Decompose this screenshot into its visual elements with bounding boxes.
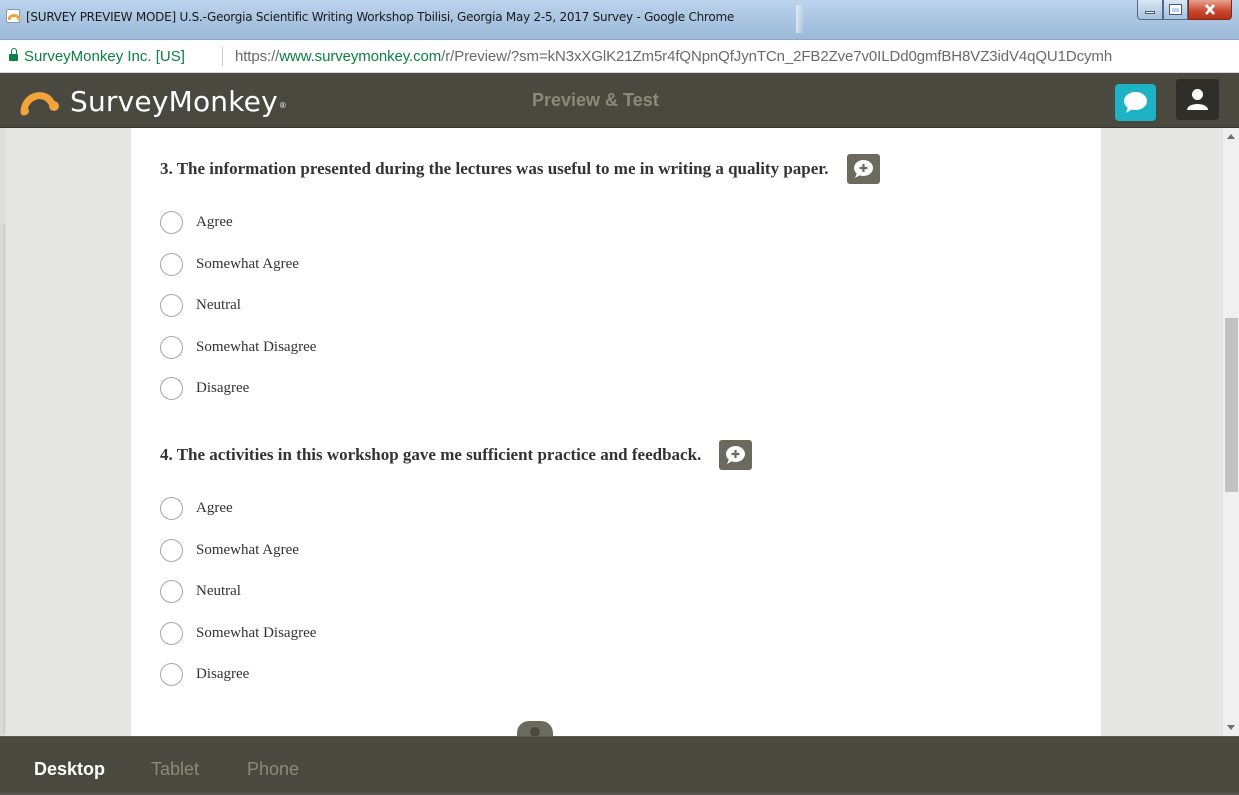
radio-button[interactable] <box>160 497 183 521</box>
answer-options: Agree Somewhat Agree Neutral Somewhat Di… <box>160 202 880 410</box>
logo-registered-mark: ® <box>279 101 286 110</box>
answer-options: Agree Somewhat Agree Neutral Somewhat Di… <box>160 488 752 696</box>
radio-button[interactable] <box>160 663 183 687</box>
answer-option[interactable]: Agree <box>160 202 880 244</box>
url-scheme: https:// <box>235 48 280 65</box>
add-comment-icon <box>853 160 873 178</box>
lock-icon[interactable] <box>9 48 18 62</box>
scroll-up-arrow-icon[interactable] <box>1227 134 1235 139</box>
add-comment-icon <box>530 727 540 736</box>
logo-text: SurveyMonkey <box>70 85 278 118</box>
option-label[interactable]: Somewhat Disagree <box>196 339 316 356</box>
answer-option[interactable]: Disagree <box>160 368 880 410</box>
maximize-icon <box>1169 4 1182 15</box>
question-text: 3. The information presented during the … <box>160 159 829 178</box>
answer-option[interactable]: Disagree <box>160 654 752 696</box>
maximize-button[interactable] <box>1163 0 1188 20</box>
url-divider <box>222 47 223 66</box>
user-icon <box>1187 89 1208 110</box>
title-tab-edge <box>796 5 804 33</box>
surveymonkey-favicon-icon <box>6 9 20 23</box>
question-3: 3. The information presented during the … <box>160 154 880 410</box>
question-text: 4. The activities in this workshop gave … <box>160 445 702 464</box>
answer-option[interactable]: Agree <box>160 488 752 530</box>
url-host: www.surveymonkey.com <box>279 48 442 65</box>
radio-button[interactable] <box>160 335 183 359</box>
address-bar[interactable]: SurveyMonkey Inc. [US] https://www.surve… <box>0 40 1239 73</box>
window-title: [SURVEY PREVIEW MODE] U.S.-Georgia Scien… <box>26 10 735 24</box>
radio-button[interactable] <box>160 211 183 235</box>
tab-phone[interactable]: Phone <box>247 759 299 780</box>
close-button[interactable] <box>1188 0 1232 20</box>
scroll-thumb[interactable] <box>1225 318 1238 492</box>
page-title: Preview & Test <box>532 90 659 110</box>
option-label[interactable]: Disagree <box>196 380 249 397</box>
add-comment-button-partial[interactable] <box>517 721 553 736</box>
url-text[interactable]: https://www.surveymonkey.com/r/Preview/?… <box>235 48 1112 65</box>
answer-option[interactable]: Somewhat Disagree <box>160 613 752 655</box>
preview-content-area: 3. The information presented during the … <box>0 128 1239 736</box>
monkey-logo-icon <box>20 91 59 115</box>
tab-desktop[interactable]: Desktop <box>34 759 105 780</box>
option-label[interactable]: Somewhat Agree <box>196 542 299 559</box>
answer-option[interactable]: Somewhat Disagree <box>160 327 880 369</box>
radio-button[interactable] <box>160 252 183 276</box>
answer-option[interactable]: Neutral <box>160 571 752 613</box>
window-controls <box>1137 0 1232 22</box>
chat-bubble-icon <box>1124 92 1147 113</box>
answer-option[interactable]: Somewhat Agree <box>160 244 880 286</box>
tab-tablet[interactable]: Tablet <box>151 759 199 780</box>
radio-button[interactable] <box>160 580 183 604</box>
question-title: 3. The information presented during the … <box>160 154 880 184</box>
surveymonkey-header: SurveyMonkey ® Preview & Test <box>0 73 1239 128</box>
option-label[interactable]: Neutral <box>196 297 241 314</box>
add-comment-icon <box>726 446 746 464</box>
site-identity[interactable]: SurveyMonkey Inc. [US] <box>24 48 185 65</box>
option-label[interactable]: Disagree <box>196 666 249 683</box>
option-label[interactable]: Agree <box>196 214 233 231</box>
surveymonkey-logo[interactable]: SurveyMonkey ® <box>18 85 286 118</box>
option-label[interactable]: Somewhat Disagree <box>196 625 316 642</box>
left-edge-divider <box>3 224 5 734</box>
question-4: 4. The activities in this workshop gave … <box>160 440 753 696</box>
feedback-chat-button[interactable] <box>1115 84 1156 121</box>
question-title: 4. The activities in this workshop gave … <box>160 440 753 470</box>
option-label[interactable]: Neutral <box>196 583 241 600</box>
minimize-icon <box>1145 11 1155 14</box>
close-icon <box>1205 4 1215 15</box>
radio-button[interactable] <box>160 621 183 645</box>
account-button[interactable] <box>1176 79 1219 120</box>
answer-option[interactable]: Neutral <box>160 285 880 327</box>
option-label[interactable]: Somewhat Agree <box>196 256 299 273</box>
window-title-bar: [SURVEY PREVIEW MODE] U.S.-Georgia Scien… <box>0 0 1239 40</box>
add-comment-button[interactable] <box>846 154 880 184</box>
vertical-scrollbar[interactable] <box>1222 128 1239 736</box>
answer-option[interactable]: Somewhat Agree <box>160 530 752 572</box>
survey-page: 3. The information presented during the … <box>131 128 1101 736</box>
radio-button[interactable] <box>160 538 183 562</box>
radio-button[interactable] <box>160 377 183 401</box>
device-selector-bar: Desktop Tablet Phone <box>0 736 1239 795</box>
scroll-down-arrow-icon[interactable] <box>1227 725 1235 730</box>
minimize-button[interactable] <box>1137 0 1163 20</box>
url-path: /r/Preview/?sm=kN3xXGlK21Zm5r4fQNpnQfJyn… <box>441 48 1113 65</box>
option-label[interactable]: Agree <box>196 500 233 517</box>
add-comment-button[interactable] <box>719 440 753 470</box>
radio-button[interactable] <box>160 294 183 318</box>
